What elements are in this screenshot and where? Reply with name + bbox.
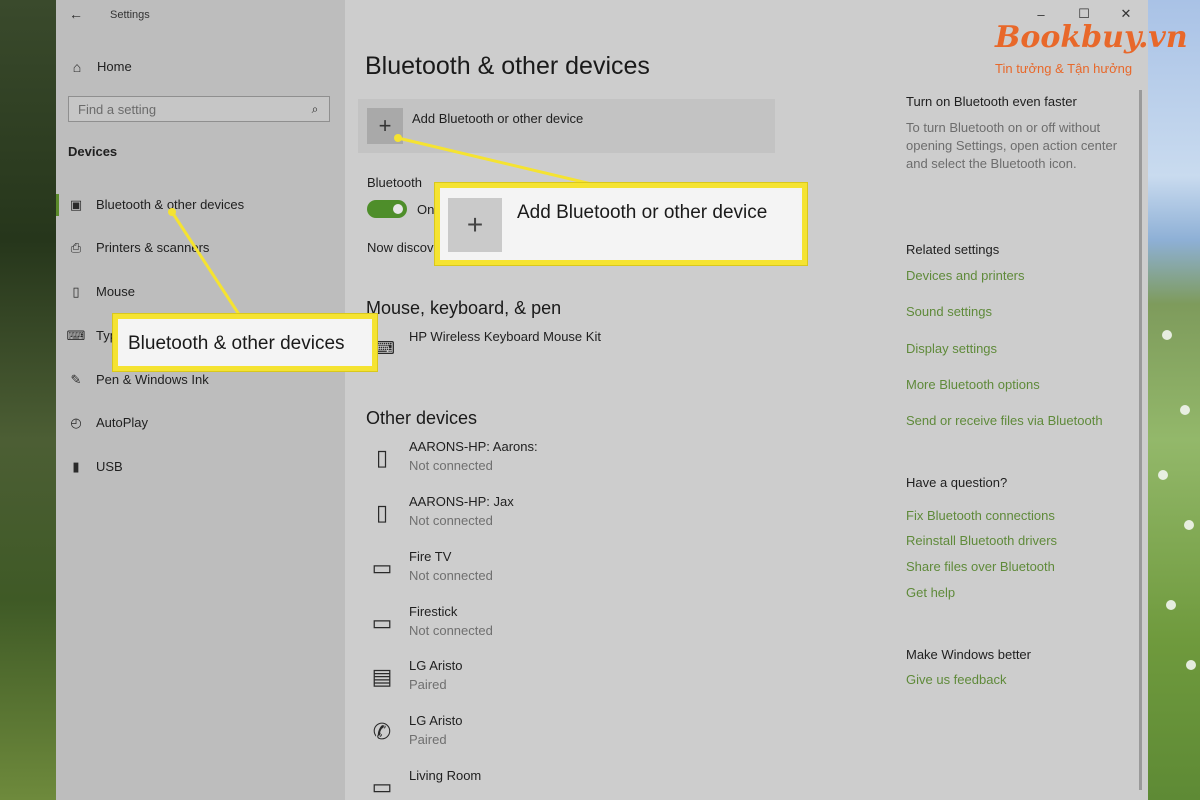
callout-connectors [168,134,601,317]
callout-add-device: + Add Bluetooth or other device [435,183,807,265]
plus-icon: + [448,198,502,252]
brand-tagline: Tin tưởng & Tận hưởng [995,61,1133,76]
connector-dot-add [394,134,402,142]
connector-line-add [397,136,601,188]
connector-dot-sidebar [168,208,176,216]
watermark-logo: Bookbuy.vn Tin tưởng & Tận hưởng [995,20,1188,82]
brand-name: Bookbuy.vn [995,20,1188,55]
callout-label: Add Bluetooth or other device [517,202,768,223]
callout-sidebar-item: Bluetooth & other devices [113,314,377,371]
connector-line-sidebar [170,211,242,317]
callout-label: Bluetooth & other devices [128,333,345,354]
